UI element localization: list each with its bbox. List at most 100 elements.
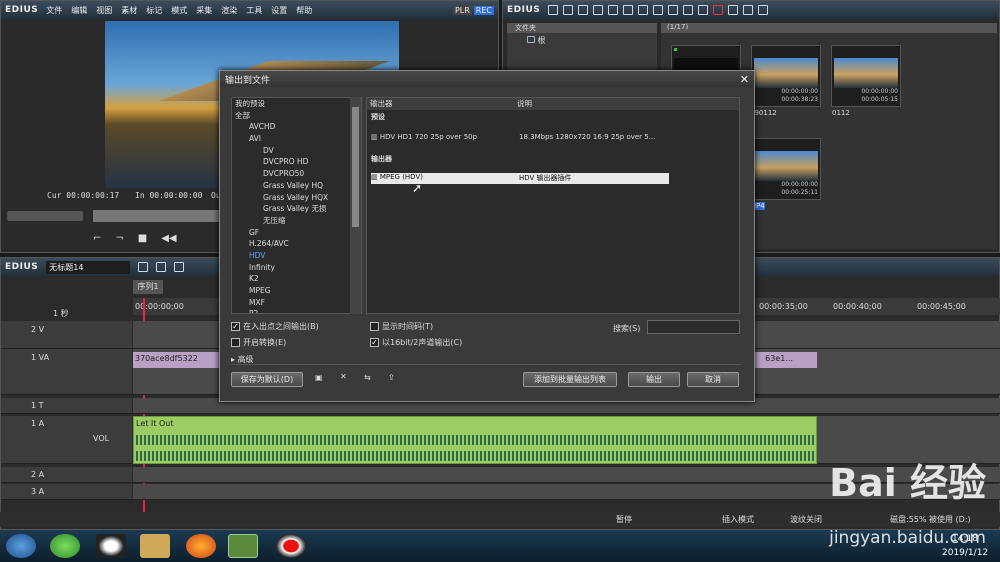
search-input[interactable]: [647, 320, 740, 334]
properties-icon[interactable]: [728, 5, 739, 15]
clip-thumb-3[interactable]: 00:00:00:00 00:00:25:11 MP4: [750, 138, 821, 210]
cut-icon[interactable]: [638, 5, 649, 15]
menu-help[interactable]: 帮助: [296, 6, 312, 15]
tree-item[interactable]: K2: [232, 273, 361, 285]
camera-icon[interactable]: [156, 262, 167, 272]
save-default-button[interactable]: 保存为默认(D): [231, 372, 303, 387]
tree-item[interactable]: 我的预设: [232, 98, 361, 110]
title-icon[interactable]: [608, 5, 619, 15]
opt-convert-label: 开启转换(E): [243, 338, 287, 347]
color-bar-icon[interactable]: [623, 5, 634, 15]
search-icon[interactable]: [563, 5, 574, 15]
menu-render[interactable]: 渲染: [221, 6, 237, 15]
tree-scrollbar[interactable]: [350, 97, 361, 314]
opt-16bit-label: 以16bit/2声道输出(C): [382, 338, 463, 347]
tree-item[interactable]: Grass Valley 无损: [232, 203, 361, 215]
menu-edit[interactable]: 编辑: [71, 6, 87, 15]
exporter-name: MPEG (HDV): [379, 173, 423, 181]
tree-item[interactable]: 无压缩: [232, 215, 361, 227]
tree-item-selected[interactable]: HDV: [232, 250, 361, 262]
tree-item[interactable]: Infinity: [232, 262, 361, 274]
paste-icon[interactable]: [668, 5, 679, 15]
360-icon[interactable]: [50, 534, 80, 558]
start-icon[interactable]: [6, 534, 36, 558]
opt-timecode[interactable]: 显示时间码(T): [370, 321, 433, 332]
document-icon[interactable]: [174, 262, 185, 272]
record-icon[interactable]: [276, 534, 306, 558]
menu-clip[interactable]: 素材: [121, 6, 137, 15]
menu-marker[interactable]: 标记: [146, 6, 162, 15]
tree-item[interactable]: DV: [232, 145, 361, 157]
folder-root[interactable]: 根: [507, 33, 657, 46]
add-batch-button[interactable]: 添加到批量输出列表: [523, 372, 617, 387]
mark-in-icon[interactable]: ⌐: [93, 233, 101, 244]
overwrite-icon[interactable]: [698, 5, 709, 15]
in-timecode: In 00:00:00:00: [135, 191, 203, 200]
add-to-timeline-icon[interactable]: [683, 5, 694, 15]
menu-view[interactable]: 视图: [96, 6, 112, 15]
menu-icon[interactable]: [758, 5, 769, 15]
tab-sequence[interactable]: 序列1: [133, 280, 163, 294]
qq-icon[interactable]: [96, 534, 126, 558]
save-icon[interactable]: ▣: [315, 373, 323, 382]
menu-settings[interactable]: 设置: [271, 6, 287, 15]
open-icon[interactable]: [593, 5, 604, 15]
export-button[interactable]: 输出: [628, 372, 680, 387]
audio-clip[interactable]: Let It Out: [133, 416, 817, 464]
folder-header: 文件夹: [507, 23, 657, 33]
copy-icon[interactable]: [653, 5, 664, 15]
tree-item[interactable]: MPEG: [232, 285, 361, 297]
view-icon[interactable]: [743, 5, 754, 15]
folder-icon[interactable]: [548, 5, 559, 15]
bin-toolbar: [548, 5, 769, 15]
tree-item[interactable]: Grass Valley HQ: [232, 180, 361, 192]
clip-duration: 00:00:38:23: [781, 96, 818, 103]
tree-item[interactable]: DVCPRO50: [232, 168, 361, 180]
edius-icon[interactable]: [228, 534, 258, 558]
delete-icon[interactable]: ✕: [340, 372, 347, 381]
opt-inout[interactable]: ✓ 在入出点之间输出(B): [231, 321, 319, 332]
menu-capture[interactable]: 采集: [196, 6, 212, 15]
up-icon[interactable]: [578, 5, 589, 15]
preset-row[interactable]: ▥ HDV HD1 720 25p over 50p 18.3Mbps 1280x…: [371, 133, 655, 141]
explorer-icon[interactable]: [140, 534, 170, 558]
magic-icon[interactable]: [138, 262, 149, 272]
track-va1-header: 1 VA: [1, 349, 132, 395]
menu-mode[interactable]: 模式: [171, 6, 187, 15]
firefox-icon[interactable]: [186, 534, 216, 558]
export-dialog: 输出到文件 ✕ 我的预设 全部 AVCHD AVI DV DVCPRO HD DV…: [219, 70, 755, 402]
tree-item[interactable]: AVCHD: [232, 121, 361, 133]
tree-item[interactable]: H.264/AVC: [232, 238, 361, 250]
delete-icon[interactable]: [713, 5, 724, 15]
menu-tools[interactable]: 工具: [246, 6, 262, 15]
exporter-list: 输出器 说明 预设 ▥ HDV HD1 720 25p over 50p 18.3M…: [366, 97, 740, 314]
mark-out-icon[interactable]: ¬: [115, 233, 123, 244]
export-preset-icon[interactable]: ⇪: [388, 373, 395, 382]
opt-convert[interactable]: 开启转换(E): [231, 337, 286, 348]
shuttle-slider[interactable]: [7, 211, 83, 221]
stop-icon[interactable]: ■: [138, 233, 147, 244]
film-icon: ▥: [371, 173, 378, 181]
exporter-section: 输出器: [371, 155, 392, 163]
clip-thumb-1[interactable]: 00:00:00:00 00:00:38:23 190112: [750, 45, 821, 117]
watermark-site: jingyan.baidu.com: [829, 528, 986, 548]
cancel-button[interactable]: 取消: [687, 372, 739, 387]
tree-item[interactable]: 全部: [232, 110, 361, 122]
import-icon[interactable]: ⇆: [364, 373, 371, 382]
clip-thumb-2[interactable]: 00:00:00:00 00:00:05:15 0112: [831, 45, 901, 117]
close-icon[interactable]: ✕: [740, 73, 749, 86]
rec-button[interactable]: REC: [473, 5, 494, 15]
plr-button[interactable]: PLR: [452, 5, 472, 15]
opt-16bit[interactable]: ✓ 以16bit/2声道输出(C): [370, 337, 462, 348]
rewind-icon[interactable]: ◀◀: [161, 233, 176, 244]
tree-item[interactable]: AVI: [232, 133, 361, 145]
transport-controls: ⌐ ¬ ■ ◀◀: [93, 233, 177, 244]
tree-item[interactable]: MXF: [232, 297, 361, 309]
tree-item[interactable]: P2: [232, 308, 361, 313]
preset-tree: 我的预设 全部 AVCHD AVI DV DVCPRO HD DVCPRO50 …: [231, 97, 362, 314]
tree-item[interactable]: DVCPRO HD: [232, 156, 361, 168]
tree-item[interactable]: GF: [232, 227, 361, 239]
tree-item[interactable]: Grass Valley HQX: [232, 192, 361, 204]
timeline-logo: EDIUS: [5, 262, 39, 272]
menu-file[interactable]: 文件: [46, 6, 62, 15]
